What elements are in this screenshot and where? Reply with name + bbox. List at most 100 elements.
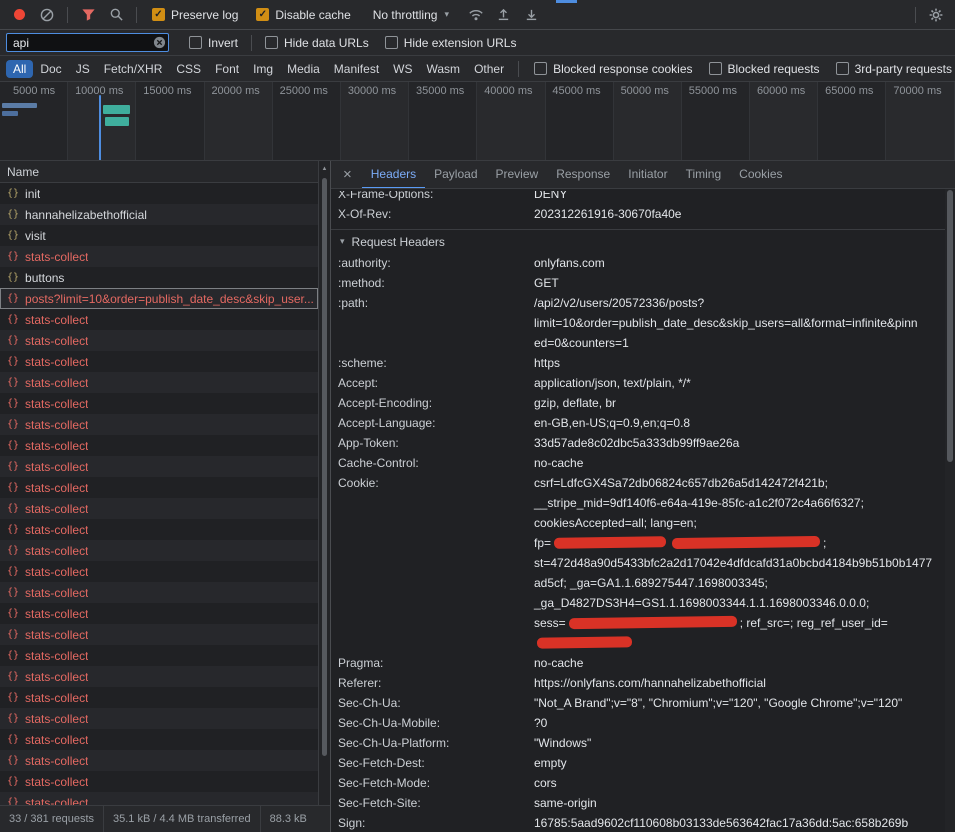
detail-tab-initiator[interactable]: Initiator <box>619 161 676 189</box>
detail-tab-payload[interactable]: Payload <box>425 161 486 189</box>
request-row[interactable]: {}stats-collect <box>0 792 318 805</box>
request-list-scrollbar[interactable]: ▲ <box>318 161 330 805</box>
request-headers-section[interactable]: ▾ Request Headers <box>331 229 955 253</box>
script-braces-icon: {} <box>7 671 19 682</box>
request-row[interactable]: {}posts?limit=10&order=publish_date_desc… <box>0 288 318 309</box>
scrollbar-thumb[interactable] <box>947 190 953 462</box>
invert-label: Invert <box>208 36 238 50</box>
import-har-icon[interactable] <box>491 3 517 27</box>
type-filter-css[interactable]: CSS <box>169 60 208 78</box>
request-row[interactable]: {}stats-collect <box>0 456 318 477</box>
request-name: stats-collect <box>25 313 88 327</box>
type-filter-doc[interactable]: Doc <box>33 60 68 78</box>
filter-checkbox-blocked-response-cookies[interactable]: Blocked response cookies <box>534 62 692 76</box>
detail-tab-timing[interactable]: Timing <box>677 161 731 189</box>
request-row[interactable]: {}stats-collect <box>0 603 318 624</box>
type-filter-manifest[interactable]: Manifest <box>327 60 386 78</box>
request-row[interactable]: {}stats-collect <box>0 708 318 729</box>
detail-tab-headers[interactable]: Headers <box>362 161 425 189</box>
header-row: :authority:onlyfans.com <box>338 253 941 273</box>
script-braces-icon: {} <box>7 293 19 304</box>
request-row[interactable]: {}stats-collect <box>0 666 318 687</box>
script-braces-icon: {} <box>7 356 19 367</box>
request-row[interactable]: {}stats-collect <box>0 414 318 435</box>
type-filter-fetch-xhr[interactable]: Fetch/XHR <box>97 60 170 78</box>
header-name: X-Frame-Options: <box>338 191 534 204</box>
request-name: stats-collect <box>25 439 88 453</box>
detail-tab-response[interactable]: Response <box>547 161 619 189</box>
request-row[interactable]: {}stats-collect <box>0 393 318 414</box>
type-filter-js[interactable]: JS <box>69 60 97 78</box>
header-row: Cache-Control:no-cache <box>338 453 941 473</box>
request-row[interactable]: {}stats-collect <box>0 582 318 603</box>
header-name: Sec-Ch-Ua-Platform: <box>338 733 534 753</box>
hide-data-urls-checkbox[interactable]: Hide data URLs <box>265 36 369 50</box>
network-main: Name {}init{}hannahelizabethofficial{}vi… <box>0 161 955 832</box>
request-row[interactable]: {}stats-collect <box>0 750 318 771</box>
script-braces-icon: {} <box>7 524 19 535</box>
request-row[interactable]: {}stats-collect <box>0 330 318 351</box>
clear-icon[interactable] <box>34 3 60 27</box>
export-har-icon[interactable] <box>519 3 545 27</box>
request-row[interactable]: {}stats-collect <box>0 435 318 456</box>
checkbox-label: Blocked response cookies <box>553 62 692 76</box>
search-icon[interactable] <box>103 3 129 27</box>
type-filter-all[interactable]: All <box>6 60 33 78</box>
request-row[interactable]: {}stats-collect <box>0 687 318 708</box>
invert-checkbox[interactable]: Invert <box>189 36 238 50</box>
filter-icon[interactable] <box>75 3 101 27</box>
hide-extension-urls-checkbox[interactable]: Hide extension URLs <box>385 36 517 50</box>
request-name: visit <box>25 229 46 243</box>
type-filter-media[interactable]: Media <box>280 60 327 78</box>
type-filter-img[interactable]: Img <box>246 60 280 78</box>
request-row[interactable]: {}stats-collect <box>0 351 318 372</box>
request-row[interactable]: {}stats-collect <box>0 477 318 498</box>
section-title: Request Headers <box>352 235 445 249</box>
network-overview[interactable]: 5000 ms10000 ms15000 ms20000 ms25000 ms3… <box>0 82 955 161</box>
header-name: Cache-Control: <box>338 453 534 473</box>
name-column-header[interactable]: Name <box>0 161 330 183</box>
request-row[interactable]: {}hannahelizabethofficial <box>0 204 318 225</box>
header-value: "Not_A Brand";v="8", "Chromium";v="120",… <box>534 693 936 713</box>
request-row[interactable]: {}stats-collect <box>0 519 318 540</box>
scroll-up-icon[interactable]: ▲ <box>319 166 330 172</box>
request-row[interactable]: {}stats-collect <box>0 771 318 792</box>
request-row[interactable]: {}stats-collect <box>0 498 318 519</box>
header-name: App-Token: <box>338 433 534 453</box>
preserve-log-checkbox[interactable]: Preserve log <box>152 8 238 22</box>
request-row[interactable]: {}stats-collect <box>0 309 318 330</box>
close-icon[interactable]: × <box>331 161 362 189</box>
type-filter-wasm[interactable]: Wasm <box>420 60 468 78</box>
request-row[interactable]: {}init <box>0 183 318 204</box>
network-toolbar: Preserve log Disable cache No throttling… <box>0 0 955 30</box>
throttling-select[interactable]: No throttling ▾ <box>367 6 455 24</box>
settings-gear-icon[interactable] <box>923 3 949 27</box>
filter-checkbox-3rd-party-requests[interactable]: 3rd-party requests <box>836 62 952 76</box>
header-row: Sec-Fetch-Mode:cors <box>338 773 941 793</box>
filter-checkbox-blocked-requests[interactable]: Blocked requests <box>709 62 820 76</box>
record-icon[interactable] <box>6 3 32 27</box>
request-row[interactable]: {}stats-collect <box>0 729 318 750</box>
request-row[interactable]: {}stats-collect <box>0 561 318 582</box>
request-row[interactable]: {}stats-collect <box>0 645 318 666</box>
request-row[interactable]: {}stats-collect <box>0 372 318 393</box>
type-filter-font[interactable]: Font <box>208 60 246 78</box>
request-row[interactable]: {}stats-collect <box>0 540 318 561</box>
network-conditions-icon[interactable] <box>463 3 489 27</box>
disable-cache-checkbox[interactable]: Disable cache <box>256 8 350 22</box>
detail-scrollbar[interactable] <box>945 189 955 832</box>
clear-filter-icon[interactable] <box>153 36 166 49</box>
detail-tab-cookies[interactable]: Cookies <box>730 161 791 189</box>
request-row[interactable]: {}buttons <box>0 267 318 288</box>
detail-tab-preview[interactable]: Preview <box>487 161 548 189</box>
collapse-caret-icon[interactable]: ▾ <box>340 236 345 247</box>
type-filter-ws[interactable]: WS <box>386 60 419 78</box>
type-filter-other[interactable]: Other <box>467 60 511 78</box>
request-row[interactable]: {}stats-collect <box>0 246 318 267</box>
script-braces-icon: {} <box>7 461 19 472</box>
request-row[interactable]: {}visit <box>0 225 318 246</box>
scrollbar-thumb[interactable] <box>322 178 327 756</box>
checkbox-label: Blocked requests <box>728 62 820 76</box>
request-row[interactable]: {}stats-collect <box>0 624 318 645</box>
filter-input[interactable] <box>6 33 169 52</box>
